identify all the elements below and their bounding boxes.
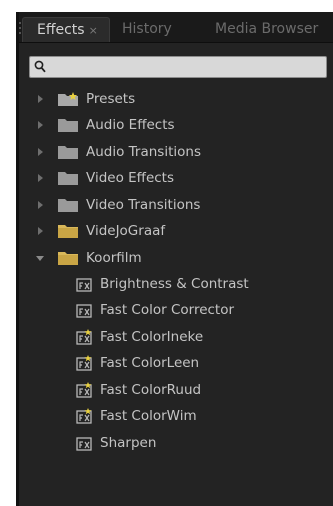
folder-icon xyxy=(58,119,78,132)
expand-arrow-icon[interactable] xyxy=(38,201,43,209)
tree-item-koorfilm[interactable]: Koorfilm xyxy=(16,247,333,269)
panel-grip[interactable] xyxy=(19,22,21,24)
effect-label: Fast ColorLeen xyxy=(100,355,200,371)
folder-icon xyxy=(58,172,78,185)
effect-label: Fast ColorWim xyxy=(100,408,197,424)
tree-item-video-transitions[interactable]: Video Transitions xyxy=(16,194,333,216)
preset-folder-icon xyxy=(58,92,78,106)
panel-grip[interactable] xyxy=(19,27,21,29)
effect-label: Fast ColorRuud xyxy=(100,382,202,398)
tree-item-video-effects[interactable]: Video Effects xyxy=(16,167,333,189)
search-input[interactable] xyxy=(50,58,320,74)
expand-arrow-icon[interactable] xyxy=(38,174,43,182)
tree-item-label: VideJoGraaf xyxy=(86,223,166,239)
folder-icon xyxy=(58,199,78,212)
effect-icon xyxy=(76,437,92,451)
panel-grip[interactable] xyxy=(19,32,21,34)
expand-arrow-icon[interactable] xyxy=(38,227,43,235)
effect-item-fast-colorineke[interactable]: Fast ColorIneke xyxy=(16,326,333,348)
custom-bin-icon xyxy=(58,225,78,238)
effect-icon xyxy=(76,278,92,292)
tab-effects[interactable]: Effects × xyxy=(22,17,110,42)
effect-label: Fast Color Corrector xyxy=(100,302,235,318)
close-icon[interactable]: × xyxy=(89,24,98,37)
tree-item-presets[interactable]: Presets xyxy=(16,88,333,110)
preset-effect-icon xyxy=(76,329,92,345)
tree-item-label: Koorfilm xyxy=(86,250,142,266)
effect-item-fast-color-corrector[interactable]: Fast Color Corrector xyxy=(16,299,333,321)
expand-arrow-icon[interactable] xyxy=(38,95,43,103)
search-box[interactable] xyxy=(29,56,327,78)
folder-icon xyxy=(58,146,78,159)
preset-effect-icon xyxy=(76,408,92,424)
tree-item-videjograaf[interactable]: VideJoGraaf xyxy=(16,220,333,242)
effect-item-fast-colorwim[interactable]: Fast ColorWim xyxy=(16,405,333,427)
tree-item-label: Presets xyxy=(86,91,136,107)
effect-item-fast-colorleen[interactable]: Fast ColorLeen xyxy=(16,352,333,374)
expand-arrow-icon[interactable] xyxy=(38,121,43,129)
collapse-arrow-icon[interactable] xyxy=(36,256,44,261)
tab-history[interactable]: History xyxy=(122,17,172,42)
effect-icon xyxy=(76,304,92,318)
tab-bar: Effects × History Media Browser xyxy=(19,12,333,43)
preset-effect-icon xyxy=(76,382,92,398)
effect-item-fast-colorruud[interactable]: Fast ColorRuud xyxy=(16,379,333,401)
effect-label: Sharpen xyxy=(100,435,157,451)
tree-item-label: Audio Transitions xyxy=(86,144,201,160)
tree-item-audio-effects[interactable]: Audio Effects xyxy=(16,114,333,136)
tab-media-browser[interactable]: Media Browser xyxy=(215,17,318,42)
expand-arrow-icon[interactable] xyxy=(38,148,43,156)
preset-effect-icon xyxy=(76,355,92,371)
tree-item-label: Video Effects xyxy=(86,170,175,186)
tree-item-label: Audio Effects xyxy=(86,117,175,133)
effect-label: Fast ColorIneke xyxy=(100,329,204,345)
tab-history-label: History xyxy=(122,21,172,37)
tree-item-label: Video Transitions xyxy=(86,197,201,213)
tree-item-audio-transitions[interactable]: Audio Transitions xyxy=(16,141,333,163)
tab-effects-label: Effects xyxy=(37,22,85,38)
effects-panel: Effects × History Media Browser Presets xyxy=(16,12,333,506)
effect-label: Brightness & Contrast xyxy=(100,276,249,292)
effect-item-sharpen[interactable]: Sharpen xyxy=(16,432,333,454)
custom-bin-icon xyxy=(58,252,78,265)
effect-item-brightness-contrast[interactable]: Brightness & Contrast xyxy=(16,273,333,295)
tab-media-browser-label: Media Browser xyxy=(215,21,319,37)
search-icon xyxy=(34,60,46,73)
